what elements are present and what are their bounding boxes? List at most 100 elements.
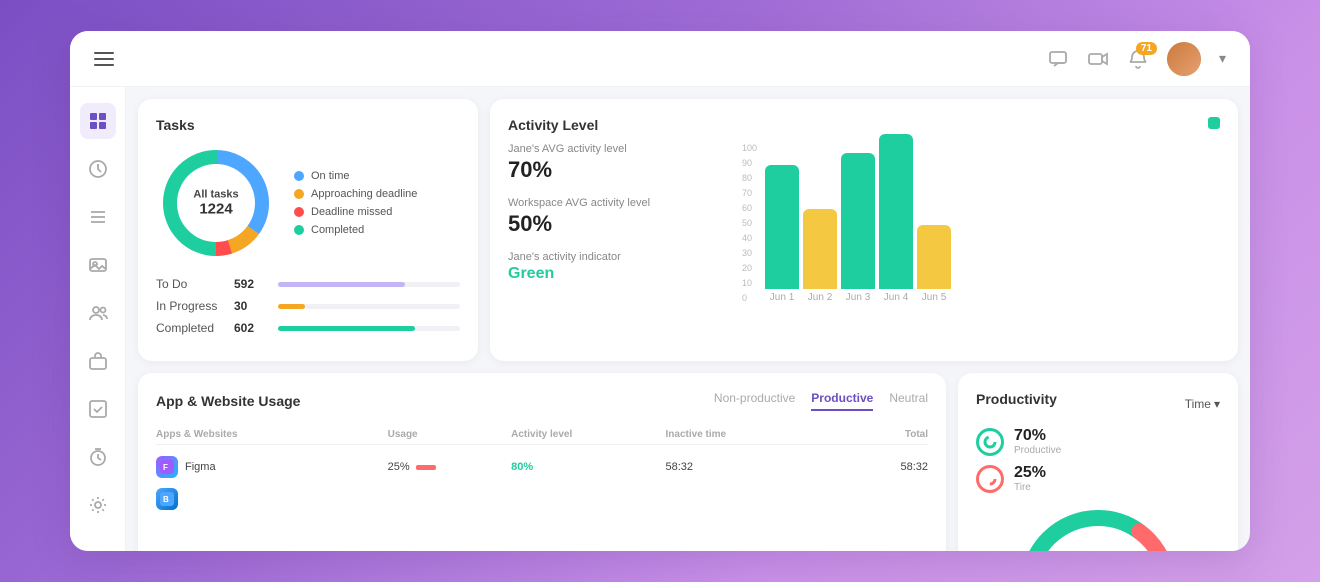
svg-text:B: B (163, 495, 169, 504)
main-content: Tasks (126, 87, 1250, 551)
top-row: Tasks (138, 99, 1238, 361)
col-header-activity: Activity level (511, 429, 665, 440)
bottom-row: App & Website Usage Non-productive Produ… (138, 373, 1238, 551)
missed-label: Deadline missed (311, 206, 392, 218)
bar-jun4-fill (879, 134, 913, 289)
bar-jun3: Jun 3 (841, 153, 875, 303)
col-header-inactive: Inactive time (666, 429, 820, 440)
on-time-dot (294, 171, 304, 181)
bar-jun4: Jun 4 (879, 134, 913, 303)
body-area: Tasks (70, 87, 1250, 551)
donut-total: 1224 (193, 201, 238, 218)
notification-badge: 71 (1136, 42, 1157, 55)
activity-card: Activity Level Jane's AVG activity level… (490, 99, 1238, 361)
completed-bar (278, 326, 415, 331)
tasks-title: Tasks (156, 117, 460, 133)
usage-card: App & Website Usage Non-productive Produ… (138, 373, 946, 551)
figma-app-label: Figma (185, 461, 216, 473)
completed-label: Completed (311, 224, 364, 236)
todo-bar-bg (278, 282, 460, 287)
bar-jun3-fill (841, 153, 875, 289)
video-icon[interactable] (1087, 48, 1109, 70)
inprogress-label: In Progress (156, 299, 226, 313)
bar-jun4-label: Jun 4 (884, 292, 908, 303)
figma-inactive: 58:32 (666, 461, 820, 473)
bar-jun3-label: Jun 3 (846, 292, 870, 303)
bar-jun5-fill (917, 225, 951, 289)
y-label-0: 0 (742, 293, 757, 303)
donut-label: All tasks (193, 189, 238, 201)
sidebar-item-users[interactable] (80, 295, 116, 331)
activity-stats: Jane's AVG activity level 70% Workspace … (508, 143, 708, 303)
figma-usage: 25% (388, 461, 512, 473)
prod-header: Productivity Time ▾ (976, 391, 1220, 417)
sidebar-item-list[interactable] (80, 199, 116, 235)
indicator-block: Jane's activity indicator Green (508, 251, 708, 283)
stat-completed: Completed 602 (156, 321, 460, 335)
indicator-value: Green (508, 265, 708, 283)
missed-dot (294, 207, 304, 217)
tasks-legend: On time Approaching deadline Deadline mi… (294, 170, 417, 236)
y-label-40: 40 (742, 233, 757, 243)
app-icon-2: B (156, 488, 178, 510)
notification-icon[interactable]: 71 (1127, 48, 1149, 70)
hamburger-menu[interactable] (94, 52, 114, 66)
completed-bar-bg (278, 326, 460, 331)
todo-label: To Do (156, 277, 226, 291)
prod-item-productive: 70% Productive (976, 427, 1220, 456)
productive-label: Productive (1014, 445, 1220, 456)
usage-table-header: Apps & Websites Usage Activity level Ina… (156, 425, 928, 445)
sidebar-item-clock[interactable] (80, 151, 116, 187)
inprogress-value: 30 (234, 299, 270, 313)
tasks-donut-chart: All tasks 1224 (156, 143, 276, 263)
tab-productive[interactable]: Productive (811, 391, 873, 411)
usage-tabs: Non-productive Productive Neutral (714, 391, 928, 411)
completed-stat-value: 602 (234, 321, 270, 335)
on-time-label: On time (311, 170, 350, 182)
sidebar-item-timer[interactable] (80, 439, 116, 475)
sidebar-item-grid[interactable] (80, 103, 116, 139)
workspace-avg-block: Workspace AVG activity level 50% (508, 197, 708, 237)
tire-circle (976, 465, 1004, 493)
y-label-10: 10 (742, 278, 757, 288)
todo-value: 592 (234, 277, 270, 291)
y-label-50: 50 (742, 218, 757, 228)
prod-chart (976, 503, 1220, 551)
time-label: Time (1185, 397, 1211, 411)
bar-chart-wrapper: 100 90 80 70 60 50 40 30 20 10 (732, 143, 1220, 303)
chevron-down-icon[interactable]: ▾ (1219, 50, 1226, 67)
bar-jun2-fill (803, 209, 837, 289)
sidebar (70, 87, 126, 551)
prod-item-tire: 25% Tire (976, 464, 1220, 493)
legend-approaching: Approaching deadline (294, 188, 417, 200)
y-label-60: 60 (742, 203, 757, 213)
avatar[interactable] (1167, 42, 1201, 76)
figma-usage-pct: 25% (388, 461, 410, 473)
prod-stats: 70% Productive 25% (976, 427, 1220, 493)
tasks-stats: To Do 592 In Progress 30 (156, 277, 460, 335)
y-label-30: 30 (742, 248, 757, 258)
legend-completed: Completed (294, 224, 417, 236)
y-label-80: 80 (742, 173, 757, 183)
sidebar-item-check[interactable] (80, 391, 116, 427)
tab-non-productive[interactable]: Non-productive (714, 391, 795, 411)
jane-avg-label: Jane's AVG activity level (508, 143, 708, 155)
col-header-total: Total (820, 429, 928, 440)
bar-jun1-label: Jun 1 (770, 292, 794, 303)
usage-row-figma: F Figma 25% 80% 58:32 58:32 (156, 451, 928, 483)
sidebar-item-image[interactable] (80, 247, 116, 283)
tire-label: Tire (1014, 482, 1220, 493)
sidebar-item-briefcase[interactable] (80, 343, 116, 379)
jane-avg-block: Jane's AVG activity level 70% (508, 143, 708, 183)
legend-missed: Deadline missed (294, 206, 417, 218)
tab-neutral[interactable]: Neutral (889, 391, 928, 411)
tasks-body: All tasks 1224 On time (156, 143, 460, 263)
chat-icon[interactable] (1047, 48, 1069, 70)
time-dropdown[interactable]: Time ▾ (1185, 397, 1220, 411)
prod-title: Productivity (976, 391, 1057, 407)
inprogress-bar (278, 304, 305, 309)
usage-row-2: B (156, 483, 928, 515)
bar-jun2: Jun 2 (803, 209, 837, 303)
sidebar-item-settings[interactable] (80, 487, 116, 523)
activity-title: Activity Level (508, 117, 598, 133)
